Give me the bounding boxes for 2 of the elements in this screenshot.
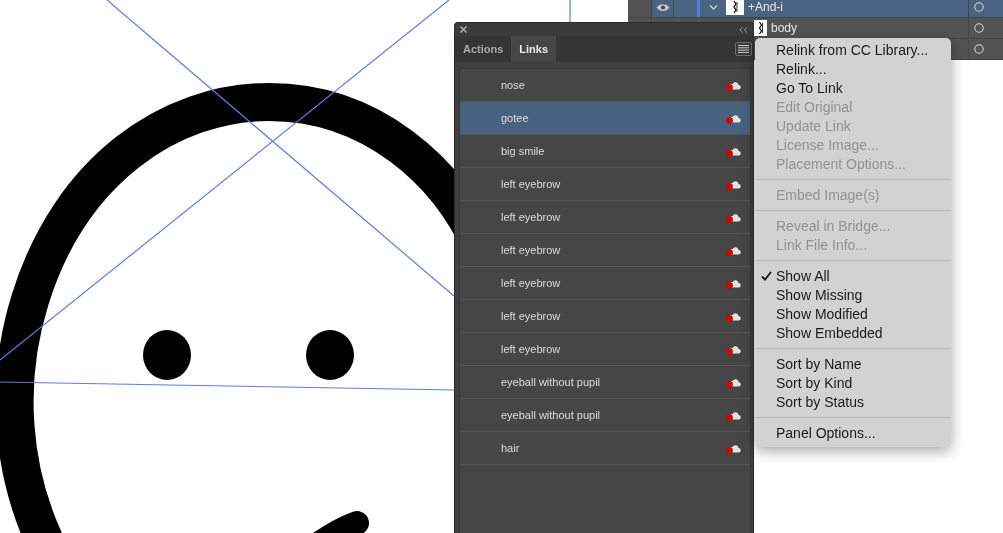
layer-name: body: [771, 20, 798, 37]
layer-name: +And-i: [748, 0, 784, 16]
